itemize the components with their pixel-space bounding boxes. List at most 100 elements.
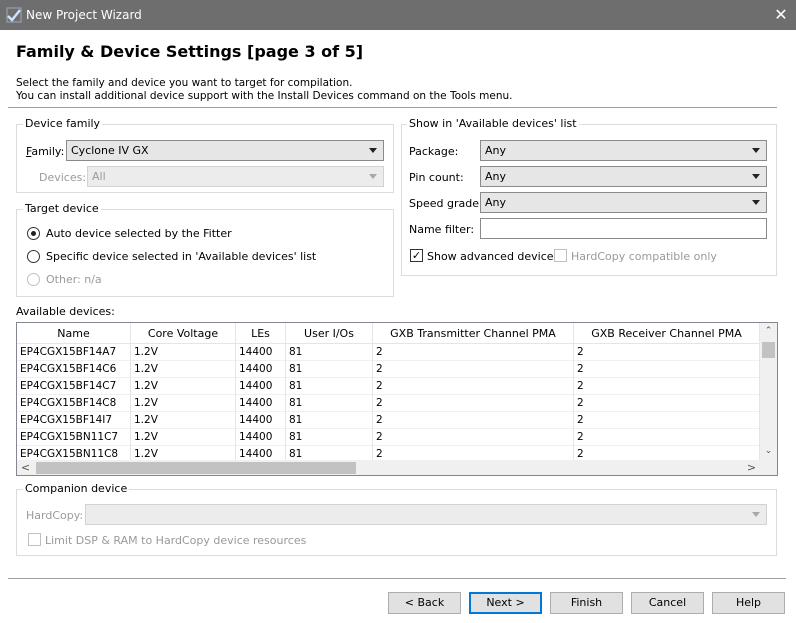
table-cell: 14400 <box>236 395 286 412</box>
horizontal-scroll-thumb[interactable] <box>36 462 356 474</box>
finish-button[interactable]: Finish <box>550 592 623 614</box>
table-row[interactable]: EP4CGX15BF14C6 1.2V 14400 81 2 2 <box>17 361 760 378</box>
title-bar: New Project Wizard ✕ <box>0 0 796 30</box>
chevron-down-icon <box>752 512 760 517</box>
scroll-left-icon[interactable]: < <box>17 460 34 475</box>
table-cell: 2 <box>373 361 574 378</box>
table-cell: 1.2V <box>131 446 236 460</box>
table-body: EP4CGX15BF14A7 1.2V 14400 81 2 2 EP4CGX15BF14C… <box>17 344 760 460</box>
table-cell: 2 <box>574 395 760 412</box>
table-cell: 2 <box>574 344 760 361</box>
table-cell: 81 <box>286 378 373 395</box>
speed-grade-label: Speed grade: <box>409 197 483 210</box>
limit-dsp-ram-label: Limit DSP & RAM to HardCopy device resou… <box>45 534 307 547</box>
cancel-button[interactable]: Cancel <box>631 592 704 614</box>
page-description-line-2: You can install additional device suppor… <box>16 90 513 102</box>
scroll-down-icon[interactable]: ⌄ <box>760 443 777 460</box>
table-cell: 1.2V <box>131 412 236 429</box>
scrollbar-corner <box>760 460 777 475</box>
available-devices-table: Name Core Voltage LEs User I/Os GXB Tran… <box>16 322 778 476</box>
column-header-user-ios[interactable]: User I/Os <box>286 323 373 344</box>
device-family-group-label: Device family <box>23 117 103 130</box>
help-button[interactable]: Help <box>712 592 785 614</box>
page-title: Family & Device Settings [page 3 of 5] <box>16 42 364 61</box>
specific-device-label[interactable]: Specific device selected in 'Available d… <box>46 250 316 263</box>
table-cell: 2 <box>574 361 760 378</box>
table-row[interactable]: EP4CGX15BN11C8 1.2V 14400 81 2 2 <box>17 446 760 460</box>
table-row[interactable]: EP4CGX15BF14C7 1.2V 14400 81 2 2 <box>17 378 760 395</box>
column-header-gxb-transmitter[interactable]: GXB Transmitter Channel PMA <box>373 323 574 344</box>
table-row[interactable]: EP4CGX15BF14I7 1.2V 14400 81 2 2 <box>17 412 760 429</box>
scroll-right-icon[interactable]: > <box>743 460 760 475</box>
table-cell: EP4CGX15BN11C7 <box>17 429 131 446</box>
vertical-scroll-thumb[interactable] <box>762 342 775 358</box>
page-description-line-1: Select the family and device you want to… <box>16 77 353 89</box>
table-cell: 81 <box>286 361 373 378</box>
pin-count-select[interactable]: Any <box>480 166 767 187</box>
hardcopy-select[interactable] <box>85 504 767 525</box>
table-cell: 14400 <box>236 378 286 395</box>
table-cell: 14400 <box>236 429 286 446</box>
table-cell: 2 <box>373 395 574 412</box>
table-row[interactable]: EP4CGX15BN11C7 1.2V 14400 81 2 2 <box>17 429 760 446</box>
close-icon[interactable]: ✕ <box>772 6 790 24</box>
table-cell: EP4CGX15BF14I7 <box>17 412 131 429</box>
table-cell: 2 <box>373 412 574 429</box>
hardcopy-compatible-checkbox[interactable] <box>554 249 567 262</box>
family-label: Family: <box>26 145 65 158</box>
table-cell: 1.2V <box>131 378 236 395</box>
header-separator <box>8 107 777 108</box>
table-cell: 81 <box>286 395 373 412</box>
other-device-radio[interactable] <box>27 273 40 286</box>
chevron-down-icon <box>752 174 760 179</box>
table-cell: 2 <box>373 446 574 460</box>
scroll-up-icon[interactable]: ⌃ <box>760 323 777 340</box>
vertical-scrollbar[interactable]: ⌃ ⌄ <box>760 323 777 460</box>
next-button[interactable]: Next > <box>469 592 542 614</box>
table-row[interactable]: EP4CGX15BF14A7 1.2V 14400 81 2 2 <box>17 344 760 361</box>
column-header-name[interactable]: Name <box>17 323 131 344</box>
footer-separator <box>8 578 786 579</box>
table-cell: 81 <box>286 429 373 446</box>
column-header-les[interactable]: LEs <box>236 323 286 344</box>
table-cell: 14400 <box>236 344 286 361</box>
chevron-down-icon <box>369 174 377 179</box>
chevron-down-icon <box>752 200 760 205</box>
back-button[interactable]: < Back <box>388 592 461 614</box>
hardcopy-label: HardCopy: <box>26 509 84 522</box>
show-advanced-label[interactable]: Show advanced devices <box>427 250 559 263</box>
speed-grade-select[interactable]: Any <box>480 192 767 213</box>
available-devices-label: Available devices: <box>16 305 115 318</box>
auto-device-label[interactable]: Auto device selected by the Fitter <box>46 227 232 240</box>
table-cell: 81 <box>286 446 373 460</box>
column-header-gxb-receiver[interactable]: GXB Receiver Channel PMA <box>574 323 760 344</box>
family-select[interactable]: Cyclone IV GX <box>66 140 384 161</box>
table-cell: 2 <box>373 344 574 361</box>
table-cell: 1.2V <box>131 395 236 412</box>
target-device-group-label: Target device <box>23 202 101 215</box>
name-filter-input[interactable] <box>480 218 767 239</box>
companion-device-group-label: Companion device <box>23 482 130 495</box>
table-cell: 2 <box>574 446 760 460</box>
table-row[interactable]: EP4CGX15BF14C8 1.2V 14400 81 2 2 <box>17 395 760 412</box>
show-advanced-checkbox[interactable]: ✓ <box>410 249 423 262</box>
package-select[interactable]: Any <box>480 140 767 161</box>
chevron-down-icon <box>369 148 377 153</box>
devices-label: Devices: <box>39 171 87 184</box>
table-cell: EP4CGX15BF14C8 <box>17 395 131 412</box>
table-cell: 2 <box>574 412 760 429</box>
show-in-list-group-label: Show in 'Available devices' list <box>407 117 579 130</box>
devices-select[interactable]: All <box>87 166 384 187</box>
limit-dsp-ram-checkbox[interactable] <box>28 533 41 546</box>
table-cell: 2 <box>574 429 760 446</box>
wizard-app-icon <box>6 7 22 23</box>
column-header-core-voltage[interactable]: Core Voltage <box>131 323 236 344</box>
table-cell: 1.2V <box>131 344 236 361</box>
table-cell: 14400 <box>236 412 286 429</box>
table-cell: 2 <box>373 429 574 446</box>
auto-device-radio[interactable] <box>27 227 40 240</box>
table-cell: EP4CGX15BF14C6 <box>17 361 131 378</box>
table-cell: 2 <box>574 378 760 395</box>
specific-device-radio[interactable] <box>27 250 40 263</box>
horizontal-scrollbar[interactable]: < > <box>17 460 760 475</box>
